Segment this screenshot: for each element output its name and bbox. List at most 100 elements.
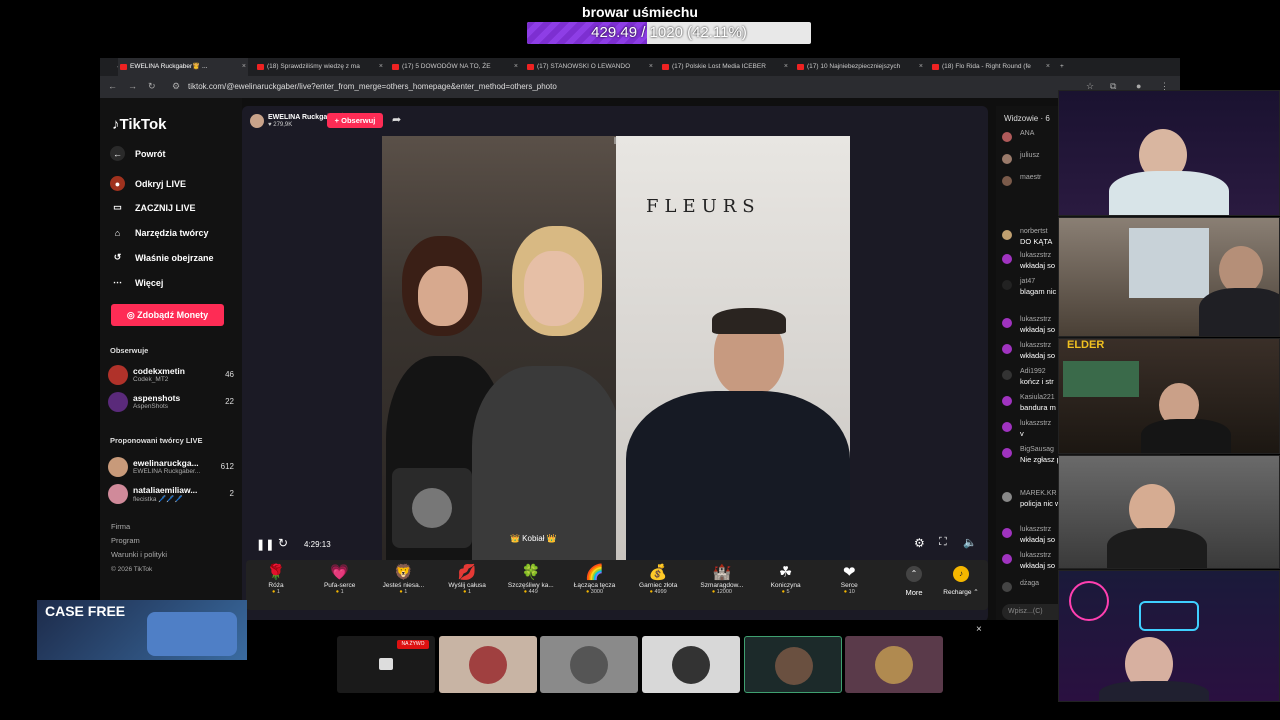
- sidebar-item-history[interactable]: ↺ Właśnie obejrzane: [110, 250, 214, 265]
- follow-button[interactable]: + Obserwuj: [327, 113, 383, 128]
- host-avatar[interactable]: [250, 114, 264, 128]
- new-tab-button[interactable]: +: [1058, 58, 1072, 76]
- avatar[interactable]: [1002, 318, 1012, 328]
- avatar[interactable]: [1002, 448, 1012, 458]
- gift-item[interactable]: ☘ Koniczyna ● 5: [758, 564, 814, 595]
- gift-item[interactable]: 💋 Wyślij całusa ● 1: [439, 564, 495, 595]
- browser-tab[interactable]: EWELINA Ruckgaber👸 ... ×: [118, 58, 248, 76]
- live-thumbnail[interactable]: [439, 636, 537, 693]
- back-icon[interactable]: ←: [108, 81, 117, 91]
- site-info-icon[interactable]: ⚙: [172, 81, 180, 92]
- avatar[interactable]: [1002, 582, 1012, 592]
- creator-item[interactable]: aspenshots AspenShots 22: [108, 391, 236, 413]
- share-icon[interactable]: ➦: [392, 113, 401, 126]
- live-thumbnail[interactable]: [642, 636, 740, 693]
- browser-tab[interactable]: (17) Polskie Lost Media ICEBER ×: [660, 58, 790, 76]
- refresh-icon[interactable]: ↻: [278, 536, 288, 550]
- browser-tab[interactable]: (17) 5 DOWODÓW NA TO, ŻE ×: [390, 58, 520, 76]
- gift-item[interactable]: 🍀 Szczęśliwy ka... ● 449: [503, 564, 559, 595]
- more-gifts-button[interactable]: ⌃ More: [896, 566, 932, 597]
- creator-name: ewelinaruckga...: [133, 458, 199, 468]
- volume-icon[interactable]: 🔈: [963, 536, 977, 549]
- gift-item[interactable]: 🏰 Szmaragdow... ● 12000: [694, 564, 750, 595]
- browser-tab[interactable]: (18) Flo Rida - Right Round (fe ×: [930, 58, 1052, 76]
- chat-username[interactable]: ANA: [1020, 130, 1034, 137]
- get-coins-button[interactable]: ◎ Zdobądź Monety: [111, 304, 224, 326]
- avatar[interactable]: [1002, 254, 1012, 264]
- gift-item[interactable]: 🌈 Łącząca tęcza ● 3000: [567, 564, 623, 595]
- close-tab-icon[interactable]: ×: [242, 58, 246, 76]
- live-thumbnail[interactable]: [540, 636, 638, 693]
- pause-icon[interactable]: ❚❚: [256, 538, 274, 551]
- close-icon[interactable]: ×: [976, 624, 982, 635]
- split-view-icon[interactable]: ⫴: [614, 136, 618, 147]
- live-thumbnail[interactable]: [845, 636, 943, 693]
- close-tab-icon[interactable]: ×: [379, 58, 383, 76]
- sidebar-item-camera[interactable]: ▭ ZACZNIJ LIVE: [110, 200, 195, 215]
- avatar[interactable]: [1002, 132, 1012, 142]
- avatar[interactable]: [1002, 176, 1012, 186]
- chat-username[interactable]: maestr: [1020, 174, 1041, 181]
- close-tab-icon[interactable]: ×: [784, 58, 788, 76]
- close-tab-icon[interactable]: ×: [649, 58, 653, 76]
- sidebar-item-more-dots[interactable]: ⋯ Więcej: [110, 275, 163, 290]
- chat-username[interactable]: lukaszstrz: [1020, 420, 1051, 427]
- tab-label: (17) Polskie Lost Media ICEBER: [672, 63, 766, 70]
- recharge-button[interactable]: ♪ Recharge ⌃: [938, 566, 984, 596]
- chat-username[interactable]: norbertst: [1020, 228, 1048, 235]
- chat-username[interactable]: Adi1992: [1020, 368, 1046, 375]
- tiktok-logo[interactable]: ♪TikTok: [112, 116, 166, 133]
- live-thumbnail[interactable]: [744, 636, 842, 693]
- avatar[interactable]: [1002, 492, 1012, 502]
- sidebar-item-home-tools[interactable]: ⌂ Narzędzia twórcy: [110, 225, 209, 240]
- chat-username[interactable]: MAREK.KR: [1020, 490, 1057, 497]
- chat-username[interactable]: lukaszstrz: [1020, 316, 1051, 323]
- gift-item[interactable]: 🌹 Róża ● 1: [248, 564, 304, 595]
- browser-tab[interactable]: (18) Sprawdziliśmy wiedzę z ma ×: [255, 58, 385, 76]
- avatar[interactable]: [1002, 154, 1012, 164]
- avatar[interactable]: [1002, 396, 1012, 406]
- reload-icon[interactable]: ↻: [148, 81, 156, 92]
- gift-item[interactable]: 🦁 Jesteś niesa... ● 1: [375, 564, 431, 595]
- sidebar-item-live-explore[interactable]: ● Odkryj LIVE: [110, 176, 186, 191]
- avatar[interactable]: [1002, 230, 1012, 240]
- browser-tab[interactable]: (17) STANOWSKI O LEWANDO ×: [525, 58, 655, 76]
- viewers-title[interactable]: Widzowie · 6: [1004, 114, 1050, 123]
- avatar[interactable]: [1002, 422, 1012, 432]
- avatar[interactable]: [1002, 528, 1012, 538]
- inset-guest-video[interactable]: [392, 468, 472, 548]
- chat-username[interactable]: jat47: [1020, 278, 1035, 285]
- footer-link[interactable]: Firma: [111, 522, 130, 531]
- fullscreen-icon[interactable]: ⛶: [939, 536, 947, 549]
- creator-item[interactable]: ewelinaruckga... EWELINA Ruckgaber... 612: [108, 456, 236, 478]
- chat-username[interactable]: lukaszstrz: [1020, 342, 1051, 349]
- chat-username[interactable]: Kasiula221: [1020, 394, 1055, 401]
- avatar[interactable]: [1002, 344, 1012, 354]
- chat-username[interactable]: BigSausag: [1020, 446, 1054, 453]
- creator-item[interactable]: codekxmetin Codek_MT2 46: [108, 364, 236, 386]
- chat-username[interactable]: lukaszstrz: [1020, 552, 1051, 559]
- gift-item[interactable]: 💰 Garniec złota ● 4999: [630, 564, 686, 595]
- avatar[interactable]: [1002, 370, 1012, 380]
- avatar[interactable]: [1002, 280, 1012, 290]
- close-tab-icon[interactable]: ×: [919, 58, 923, 76]
- tab-list-button[interactable]: ⌄: [104, 58, 118, 76]
- footer-link[interactable]: Warunki i polityki: [111, 550, 167, 559]
- chat-username[interactable]: lukaszstrz: [1020, 252, 1051, 259]
- forward-icon[interactable]: →: [128, 81, 137, 91]
- browser-tab[interactable]: (17) 10 Najniebezpieczniejszych ×: [795, 58, 925, 76]
- settings-icon[interactable]: ⚙: [914, 536, 925, 550]
- live-thumbnail[interactable]: NA ŻYWO: [337, 636, 435, 693]
- creator-item[interactable]: nataliaemiliaw... flecistka 🖊️🖊️🖊️ 2: [108, 483, 236, 505]
- close-tab-icon[interactable]: ×: [1046, 58, 1050, 76]
- chat-username[interactable]: juliusz: [1020, 152, 1039, 159]
- close-tab-icon[interactable]: ×: [514, 58, 518, 76]
- avatar[interactable]: [1002, 554, 1012, 564]
- gift-item[interactable]: ❤ Serce ● 10: [821, 564, 877, 595]
- footer-link[interactable]: Program: [111, 536, 140, 545]
- gift-item[interactable]: 💗 Pufa-serce ● 1: [312, 564, 368, 595]
- chat-username[interactable]: lukaszstrz: [1020, 526, 1051, 533]
- sidebar-item-back-arrow[interactable]: ← Powrót: [110, 146, 166, 161]
- url-field[interactable]: tiktok.com/@ewelinaruckgaber/live?enter_…: [188, 82, 557, 91]
- chat-username[interactable]: dżaga: [1020, 580, 1039, 587]
